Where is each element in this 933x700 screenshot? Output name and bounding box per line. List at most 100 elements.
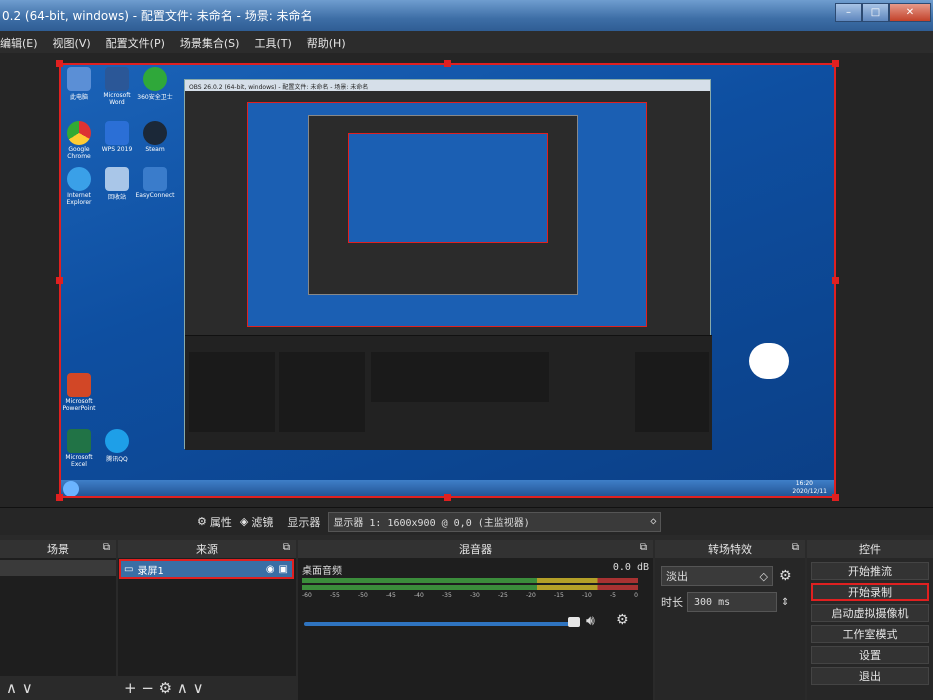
desktop-icon-label: Microsoft PowerPoint xyxy=(62,398,96,412)
resize-handle[interactable] xyxy=(832,60,839,67)
transitions-dock: 转场特效 ⧉ 淡出 ◇ ⚙ 时长 300 ms ⇕ xyxy=(655,540,805,700)
controls-header: 控件 xyxy=(807,540,933,558)
tick-label: -5 xyxy=(610,592,616,599)
scenes-controls[interactable]: ∧ ∨ xyxy=(0,676,116,700)
excel-icon xyxy=(67,429,91,453)
taskbar-time: 16:20 xyxy=(795,480,813,487)
mixer-title: 混音器 xyxy=(459,543,492,556)
float-icon[interactable]: ⧉ xyxy=(103,542,110,553)
tick-label: -10 xyxy=(582,592,592,599)
float-icon[interactable]: ⧉ xyxy=(283,542,290,553)
mixer-header: 混音器 ⧉ xyxy=(298,540,653,558)
resize-handle[interactable] xyxy=(444,60,451,67)
speaker-icon[interactable]: 🔊︎ xyxy=(586,613,595,629)
duration-input[interactable]: 300 ms xyxy=(687,592,777,612)
close-button[interactable]: ✕ xyxy=(889,3,931,22)
start-recording-button[interactable]: 开始录制 xyxy=(811,583,929,601)
spinner-icon[interactable]: ⇕ xyxy=(781,597,789,608)
volume-slider-handle[interactable] xyxy=(568,617,580,627)
maximize-button[interactable]: □ xyxy=(862,3,889,22)
desktop-capture: 此电脑 Microsoft Word 360安全卫士 Google Chrome… xyxy=(59,63,835,498)
word-icon xyxy=(105,67,129,91)
tick-label: -25 xyxy=(498,592,508,599)
display-label: 显示器 xyxy=(287,515,321,529)
menu-help[interactable]: 帮助(H) xyxy=(307,35,346,53)
nested-docks xyxy=(185,335,712,450)
volume-slider[interactable] xyxy=(304,622,572,626)
title-bar: 0.2 (64-bit, windows) - 配置文件: 未命名 - 场景: … xyxy=(0,0,933,31)
scenes-list[interactable]: ∧ ∨ xyxy=(0,558,116,700)
tick-label: -55 xyxy=(330,592,340,599)
window-controls: – □ ✕ xyxy=(835,3,931,22)
menu-tools[interactable]: 工具(T) xyxy=(254,35,291,53)
nested-title: OBS 26.0.2 (64-bit, windows) - 配置文件: 未命名… xyxy=(185,80,710,91)
minimize-button[interactable]: – xyxy=(835,3,862,22)
filters-button[interactable]: ◈ 滤镜 xyxy=(240,514,273,530)
resize-handle[interactable] xyxy=(444,494,451,501)
volume-meter xyxy=(302,578,638,583)
display-select[interactable]: 显示器 1: 1600x900 @ 0,0 (主监视器) ◇ xyxy=(328,511,662,532)
security-icon xyxy=(143,67,167,91)
studio-mode-button[interactable]: 工作室模式 xyxy=(811,625,929,643)
transitions-body: 淡出 ◇ ⚙ 时长 300 ms ⇕ xyxy=(655,558,805,700)
desktop-icon-label: WPS 2019 xyxy=(101,146,133,153)
wps-icon xyxy=(105,121,129,145)
menu-edit[interactable]: 编辑(E) xyxy=(0,35,38,53)
display-value: 显示器 1: 1600x900 @ 0,0 (主监视器) xyxy=(333,518,530,529)
transition-value: 淡出 xyxy=(666,570,688,583)
nested-preview xyxy=(247,102,647,327)
resize-handle[interactable] xyxy=(56,277,63,284)
desktop-icon-label: Microsoft Excel xyxy=(65,454,93,468)
sources-dock: 来源 ⧉ ▭ 录屏1 ◉ ▣ + − ⚙ ∧ ∨ xyxy=(118,540,296,700)
properties-button[interactable]: ⚙ 属性 xyxy=(197,514,232,530)
tick-label: -20 xyxy=(526,592,536,599)
gear-icon[interactable]: ⚙ xyxy=(616,612,629,628)
steam-icon xyxy=(143,121,167,145)
select-arrow-icon: ◇ xyxy=(650,516,657,527)
start-streaming-button[interactable]: 开始推流 xyxy=(811,562,929,580)
desktop-icon-label: Google Chrome xyxy=(67,146,91,160)
menu-view[interactable]: 视图(V) xyxy=(53,35,91,53)
powerpoint-icon xyxy=(67,373,91,397)
resize-handle[interactable] xyxy=(56,60,63,67)
filter-icon: ◈ xyxy=(239,515,249,528)
start-virtual-camera-button[interactable]: 启动虚拟摄像机 xyxy=(811,604,929,622)
sources-title: 来源 xyxy=(196,543,218,556)
gear-icon[interactable]: ⚙ xyxy=(779,568,792,584)
tick-label: -15 xyxy=(554,592,564,599)
tick-label: -40 xyxy=(414,592,424,599)
scenes-dock: 场景 ⧉ ∧ ∨ xyxy=(0,540,116,700)
resize-handle[interactable] xyxy=(832,494,839,501)
float-icon[interactable]: ⧉ xyxy=(640,542,647,553)
list-item[interactable] xyxy=(0,560,116,576)
settings-button[interactable]: 设置 xyxy=(811,646,929,664)
desktop-icon-label: Microsoft Word xyxy=(103,92,131,106)
resize-handle[interactable] xyxy=(832,277,839,284)
track-name: 桌面音频 xyxy=(302,566,342,577)
sources-controls[interactable]: + − ⚙ ∧ ∨ xyxy=(118,676,296,700)
preview-area[interactable]: 此电脑 Microsoft Word 360安全卫士 Google Chrome… xyxy=(0,53,933,507)
exit-button[interactable]: 退出 xyxy=(811,667,929,685)
sources-header: 来源 ⧉ xyxy=(118,540,296,558)
nested-obs-window: OBS 26.0.2 (64-bit, windows) - 配置文件: 未命名… xyxy=(184,79,712,450)
resize-handle[interactable] xyxy=(56,494,63,501)
menu-scene-collection[interactable]: 场景集合(S) xyxy=(180,35,240,53)
sources-list[interactable]: ▭ 录屏1 ◉ ▣ + − ⚙ ∧ ∨ xyxy=(118,558,296,700)
float-icon[interactable]: ⧉ xyxy=(792,542,799,553)
desktop-icon-label: Internet Explorer xyxy=(66,192,92,206)
ie-icon xyxy=(67,167,91,191)
tick-label: 0 xyxy=(634,592,638,599)
qq-icon xyxy=(105,429,129,453)
menu-profile[interactable]: 配置文件(P) xyxy=(106,35,165,53)
volume-meter xyxy=(302,585,638,590)
transitions-title: 转场特效 xyxy=(708,543,752,556)
transition-select[interactable]: 淡出 ◇ xyxy=(661,566,773,586)
chrome-icon xyxy=(67,121,91,145)
source-highlight xyxy=(119,559,294,579)
scenes-title: 场景 xyxy=(47,543,69,556)
tick-label: -60 xyxy=(302,592,312,599)
tick-label: -30 xyxy=(470,592,480,599)
easyconnect-icon xyxy=(143,167,167,191)
mixer-body: 桌面音频 0.0 dB -60 -55 -50 -45 -40 -35 -30 -25 -20 -1… xyxy=(298,558,653,700)
controls-body: 开始推流 开始录制 启动虚拟摄像机 工作室模式 设置 退出 xyxy=(807,558,933,700)
